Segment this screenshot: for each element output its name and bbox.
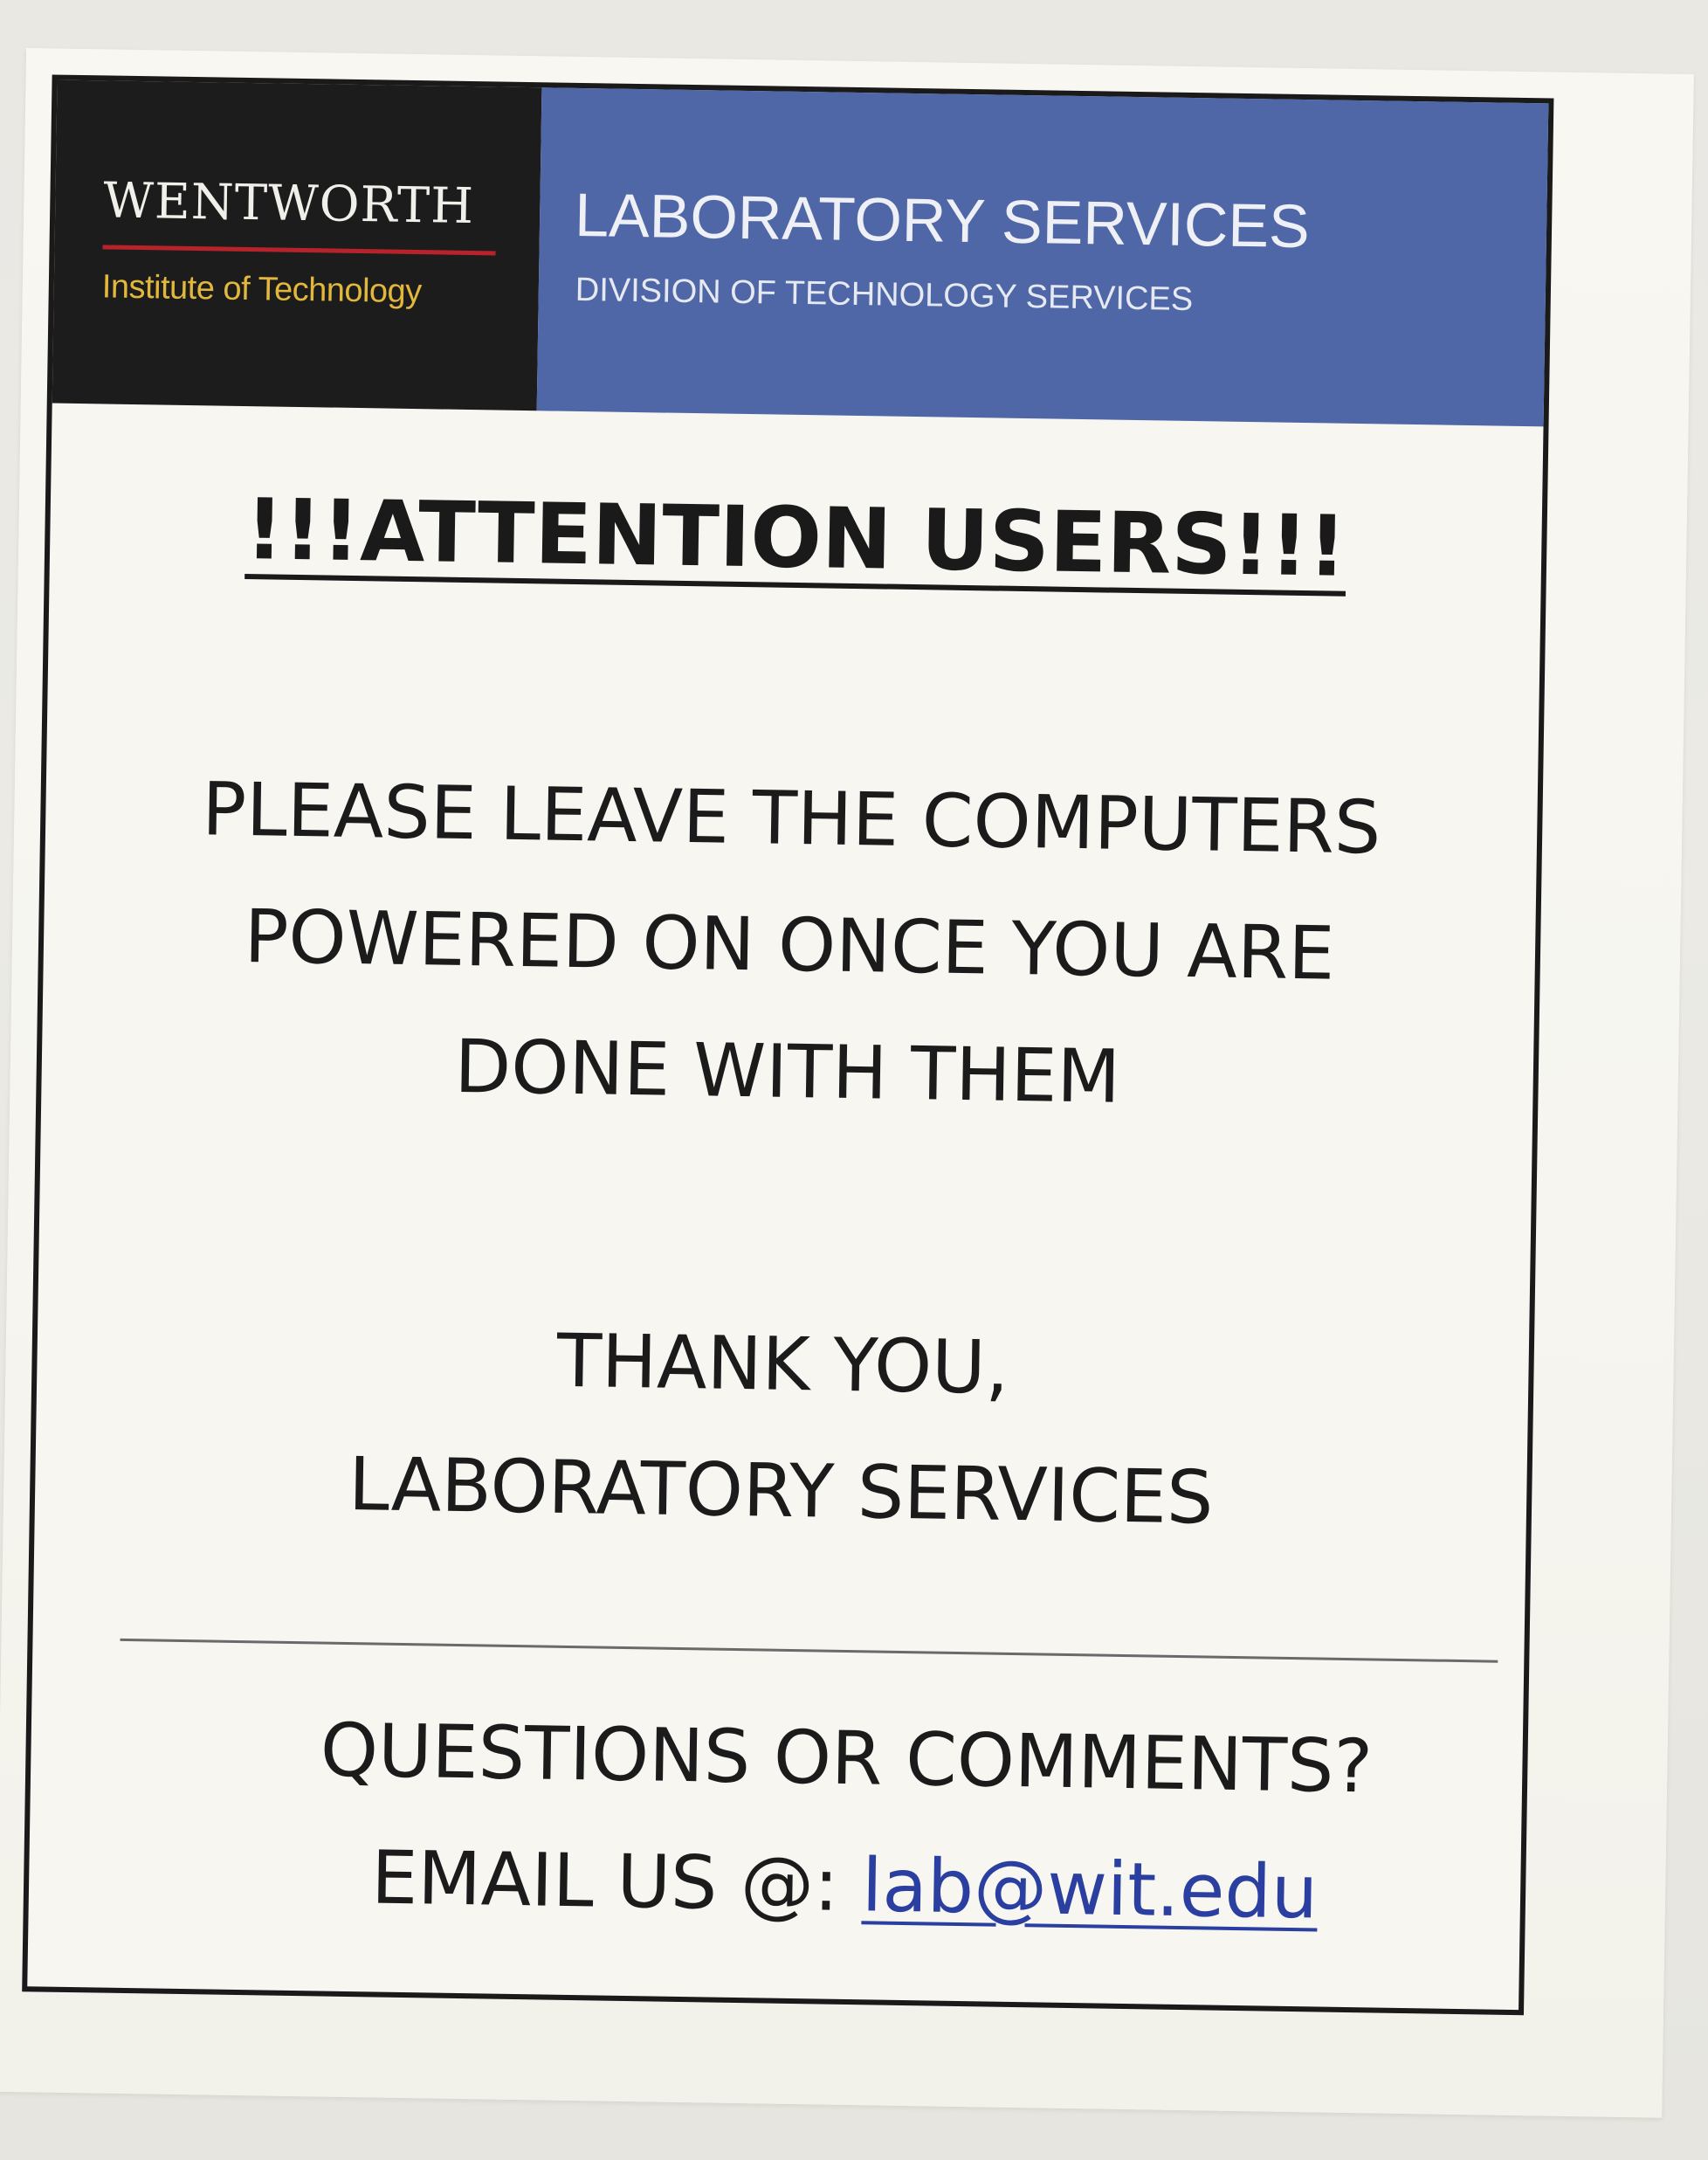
email-prefix: EMAIL US @:: [370, 1834, 863, 1929]
notice-frame: WENTWORTH Institute of Technology LABORA…: [22, 74, 1554, 2016]
logo-block: WENTWORTH Institute of Technology: [52, 79, 542, 411]
message-line: DONE WITH THEM: [453, 1023, 1121, 1120]
email-line: EMAIL US @: lab@wit.edu: [98, 1811, 1591, 1961]
logo-subtitle: Institute of Technology: [101, 268, 423, 311]
logo-name: WENTWORTH: [102, 172, 475, 236]
message-line: POWERED ON ONCE YOU ARE: [244, 894, 1336, 997]
signoff-line: THANK YOU,: [556, 1317, 1010, 1411]
signoff-line: LABORATORY SERVICES: [348, 1441, 1215, 1541]
email-link[interactable]: lab@wit.edu: [861, 1842, 1319, 1935]
signoff: THANK YOU, LABORATORY SERVICES: [34, 1289, 1529, 1566]
attention-heading: !!!ATTENTION USERS!!!: [244, 480, 1347, 596]
header-banner: WENTWORTH Institute of Technology LABORA…: [52, 79, 1549, 427]
questions-text: QUESTIONS OR COMMENTS?: [320, 1707, 1374, 1810]
posted-paper: WENTWORTH Institute of Technology LABORA…: [0, 47, 1694, 2118]
department-block: LABORATORY SERVICES DIVISION OF TECHNOLO…: [536, 87, 1549, 427]
notice-message: PLEASE LEAVE THE COMPUTERS POWERED ON ON…: [41, 743, 1539, 1147]
footer-divider: [120, 1638, 1498, 1663]
logo-red-rule: [102, 245, 496, 256]
message-line: PLEASE LEAVE THE COMPUTERS: [201, 766, 1382, 871]
department-subtitle: DIVISION OF TECHNOLOGY SERVICES: [575, 271, 1194, 319]
department-title: LABORATORY SERVICES: [574, 180, 1311, 261]
